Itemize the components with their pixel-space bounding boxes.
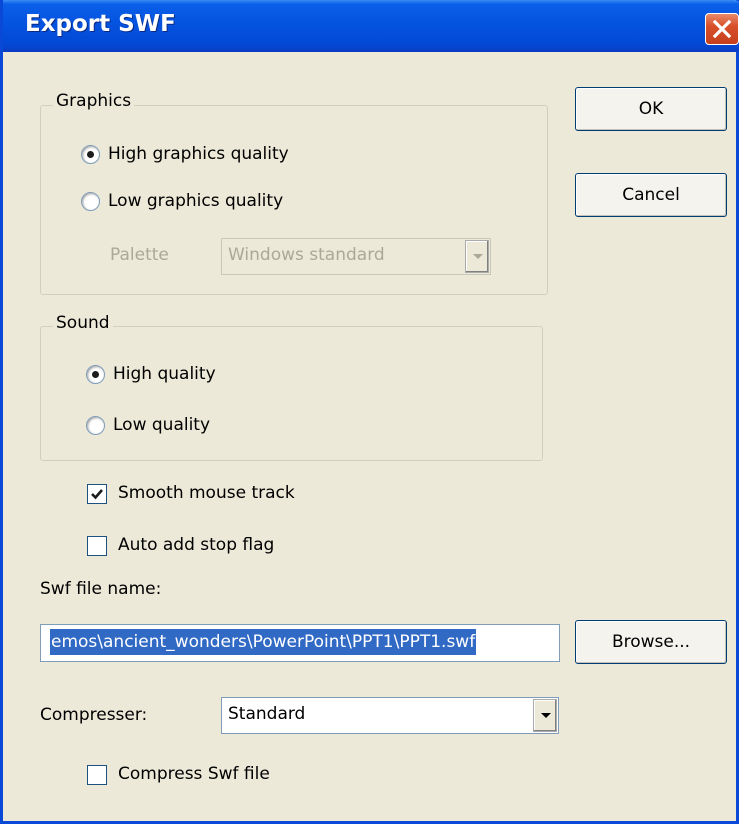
palette-label: Palette — [110, 245, 169, 265]
cancel-button-label: Cancel — [622, 185, 680, 205]
auto-stop-label: Auto add stop flag — [118, 535, 275, 555]
swf-file-name-value: emos\ancient_wonders\PowerPoint\PPT1\PPT… — [50, 629, 477, 655]
palette-value: Windows standard — [228, 245, 385, 265]
sound-group — [40, 326, 543, 461]
radio-low-graphics[interactable]: Low graphics quality — [81, 190, 341, 216]
radio-high-sound-button[interactable] — [86, 365, 105, 384]
swf-file-name-label: Swf file name: — [40, 579, 162, 599]
compress-swf-checkbox-row[interactable]: Compress Swf file — [87, 763, 347, 789]
smooth-mouse-checkbox[interactable] — [87, 484, 107, 504]
checkmark-icon — [91, 489, 103, 500]
compressor-select[interactable]: Standard — [221, 697, 559, 734]
sound-group-label: Sound — [53, 313, 113, 333]
compress-swf-checkbox[interactable] — [87, 765, 107, 785]
graphics-group-label: Graphics — [53, 91, 135, 111]
radio-low-graphics-button[interactable] — [81, 192, 100, 211]
title-bar[interactable]: Export SWF — [3, 0, 739, 52]
smooth-mouse-label: Smooth mouse track — [118, 483, 295, 503]
low-sound-label: Low quality — [113, 415, 211, 435]
compress-swf-label: Compress Swf file — [118, 764, 270, 784]
high-sound-label: High quality — [113, 364, 216, 384]
compressor-label: Compresser: — [40, 705, 148, 725]
smooth-mouse-checkbox-row[interactable]: Smooth mouse track — [87, 482, 347, 508]
close-button[interactable] — [705, 13, 739, 45]
ok-button[interactable]: OK — [575, 87, 727, 131]
browse-button[interactable]: Browse... — [575, 620, 727, 664]
swf-file-name-input[interactable]: emos\ancient_wonders\PowerPoint\PPT1\PPT… — [40, 624, 560, 662]
palette-select: Windows standard — [221, 238, 491, 275]
radio-low-sound-button[interactable] — [86, 416, 105, 435]
auto-stop-checkbox[interactable] — [87, 536, 107, 556]
auto-stop-checkbox-row[interactable]: Auto add stop flag — [87, 534, 347, 560]
dialog-title: Export SWF — [25, 11, 176, 37]
chevron-down-icon — [541, 713, 551, 718]
compressor-dropdown-button[interactable] — [533, 699, 557, 732]
browse-button-label: Browse... — [611, 632, 691, 652]
radio-high-graphics[interactable]: High graphics quality — [81, 143, 341, 169]
palette-dropdown-button — [465, 240, 489, 273]
radio-low-sound[interactable]: Low quality — [86, 414, 286, 440]
export-swf-dialog: Export SWF OK Cancel Graphics High graph… — [0, 0, 739, 824]
radio-high-sound[interactable]: High quality — [86, 363, 286, 389]
radio-high-graphics-button[interactable] — [81, 145, 100, 164]
cancel-button[interactable]: Cancel — [575, 173, 727, 217]
ok-button-label: OK — [638, 99, 664, 119]
close-icon — [712, 19, 732, 39]
chevron-down-icon — [473, 254, 483, 259]
low-graphics-label: Low graphics quality — [108, 191, 284, 211]
compressor-value: Standard — [228, 704, 306, 724]
high-graphics-label: High graphics quality — [108, 144, 289, 164]
